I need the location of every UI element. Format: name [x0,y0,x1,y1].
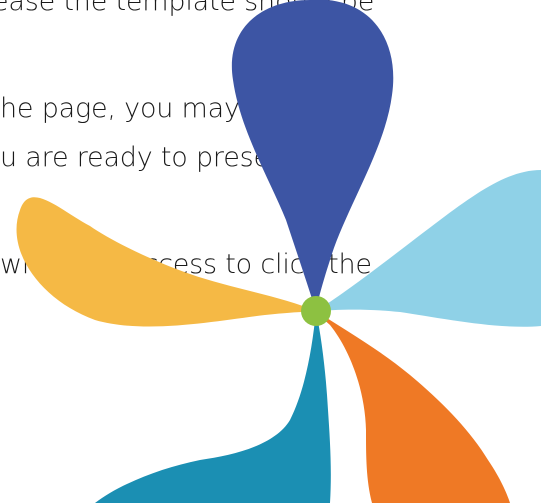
teal-petal [95,311,331,503]
slide-canvas: ease the template should be he page, you… [0,0,541,503]
blue-petal [231,0,394,311]
center-dot [301,296,331,326]
pinwheel-logo-graphic [16,0,541,503]
orange-petal [316,311,510,503]
yellow-petal [16,197,316,327]
